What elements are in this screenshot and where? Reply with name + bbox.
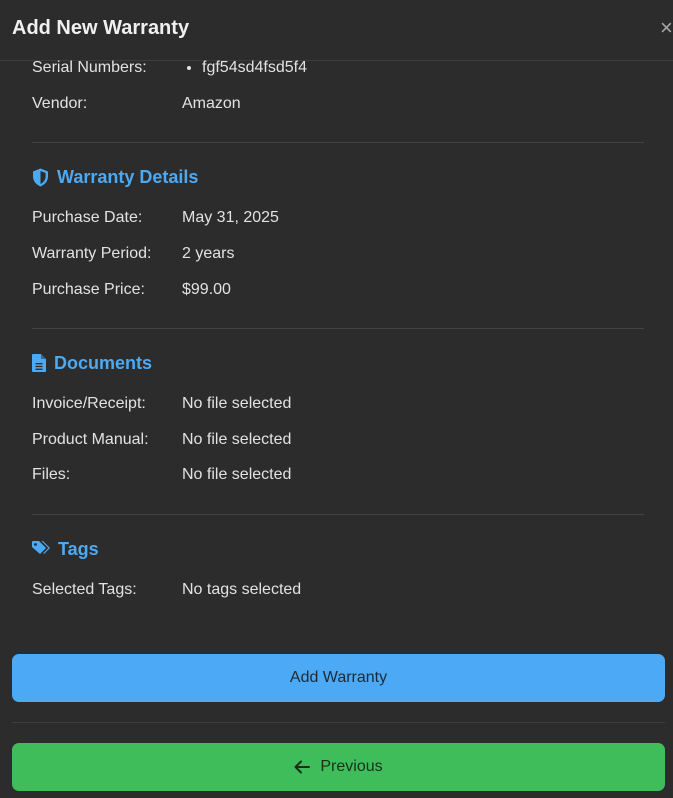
warranty-details-title: Warranty Details — [57, 166, 199, 187]
serial-numbers-list: fgf54sd4fsd5f4 — [202, 57, 307, 79]
invoice-row: Invoice/Receipt: No file selected — [32, 393, 644, 415]
vendor-row: Vendor: Amazon — [32, 93, 644, 115]
vendor-label: Vendor: — [32, 95, 88, 112]
files-label: Files: — [32, 466, 71, 483]
footer-divider — [12, 722, 665, 723]
invoice-label: Invoice/Receipt: — [32, 395, 146, 412]
tags-icon — [32, 541, 50, 557]
previous-button[interactable]: Previous — [12, 743, 665, 791]
documents-heading: Documents — [32, 351, 152, 375]
tags-title: Tags — [58, 538, 99, 559]
add-warranty-label: Add Warranty — [289, 669, 388, 686]
purchase-price-label: Purchase Price: — [32, 281, 145, 298]
close-icon[interactable]: × — [660, 16, 673, 40]
warranty-details-heading: Warranty Details — [32, 165, 198, 189]
selected-tags-label: Selected Tags: — [32, 581, 137, 598]
purchase-price-value: $99.00 — [182, 281, 231, 298]
invoice-value: No file selected — [182, 395, 292, 412]
add-warranty-button[interactable]: Add Warranty — [12, 654, 665, 702]
serial-number-item: fgf54sd4fsd5f4 — [202, 57, 307, 79]
arrow-left-icon — [294, 760, 311, 774]
purchase-date-row: Purchase Date: May 31, 2025 — [32, 207, 644, 229]
warranty-period-row: Warranty Period: 2 years — [32, 243, 644, 265]
previous-label: Previous — [320, 758, 383, 775]
manual-label: Product Manual: — [32, 431, 149, 448]
warranty-period-value: 2 years — [182, 245, 235, 262]
modal-header: Add New Warranty × — [0, 0, 673, 61]
manual-value: No file selected — [182, 431, 292, 448]
modal-title: Add New Warranty — [12, 17, 190, 39]
purchase-date-value: May 31, 2025 — [182, 209, 279, 226]
file-icon — [32, 354, 46, 372]
tags-heading: Tags — [32, 537, 99, 561]
files-value: No file selected — [182, 466, 292, 483]
section-divider — [32, 142, 644, 143]
purchase-price-row: Purchase Price: $99.00 — [32, 279, 644, 301]
files-row: Files: No file selected — [32, 464, 644, 486]
warranty-period-label: Warranty Period: — [32, 245, 152, 262]
manual-row: Product Manual: No file selected — [32, 429, 644, 451]
serial-numbers-row: Serial Numbers: fgf54sd4fsd5f4 — [32, 57, 644, 79]
vendor-value: Amazon — [182, 95, 241, 112]
shield-icon — [32, 168, 49, 187]
purchase-date-label: Purchase Date: — [32, 209, 143, 226]
section-divider — [32, 328, 644, 329]
documents-title: Documents — [54, 352, 153, 373]
selected-tags-row: Selected Tags: No tags selected — [32, 579, 644, 601]
section-divider — [32, 514, 644, 515]
selected-tags-value: No tags selected — [182, 581, 302, 598]
serial-numbers-label: Serial Numbers: — [32, 59, 147, 76]
